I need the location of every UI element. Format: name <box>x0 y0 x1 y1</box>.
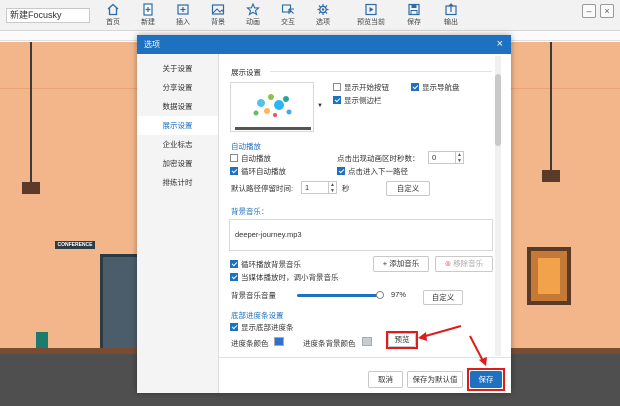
arrow-to-preview <box>421 325 462 338</box>
arrow-head-save <box>479 357 487 366</box>
arrow-head-preview <box>418 332 427 341</box>
annotation-arrows <box>418 325 487 366</box>
arrow-to-save <box>469 335 484 362</box>
